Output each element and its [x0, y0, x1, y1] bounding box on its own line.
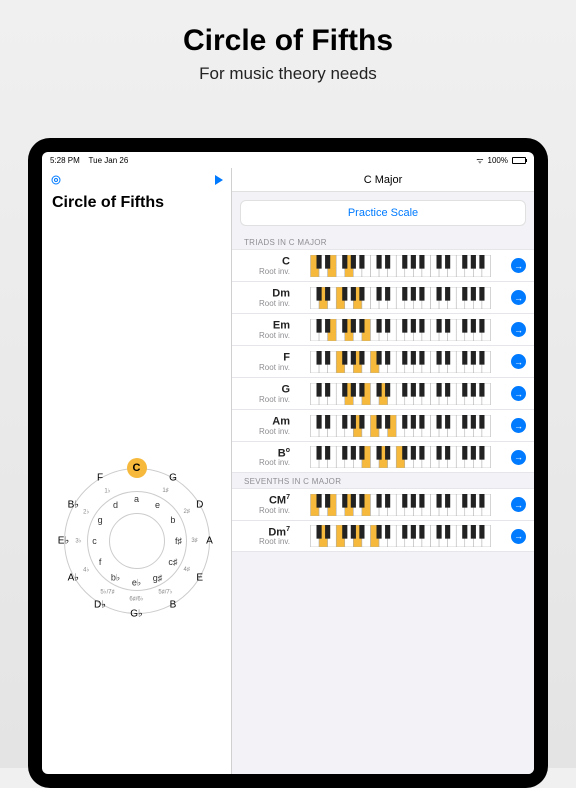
disclosure-arrow-icon[interactable]: →: [511, 386, 526, 401]
piano-keyboard: [296, 351, 505, 373]
chord-name: C: [242, 255, 290, 268]
chord-name: Em: [242, 319, 290, 332]
cof-major-key[interactable]: E♭: [58, 536, 69, 547]
cof-minor-key[interactable]: a: [134, 494, 139, 504]
cof-major-key[interactable]: D♭: [94, 599, 106, 610]
chord-row[interactable]: F Root inv. →: [232, 345, 534, 377]
detail-title: C Major: [232, 168, 534, 192]
chord-inversion: Root inv.: [242, 268, 290, 276]
cof-key-signature: 3♯: [191, 538, 197, 544]
circle-of-fifths[interactable]: Ca G1♯e D 2♯ b A 3♯ f♯ E 4♯ c♯ B 5♯/7♭ g♯ G♭ 6♯/6♭ e♭ D♭ 5…: [57, 461, 217, 621]
chord-inversion: Root inv.: [242, 300, 290, 308]
cof-major-key[interactable]: G: [169, 473, 177, 484]
cof-minor-key[interactable]: d: [113, 500, 118, 510]
chord-name: Dm: [242, 287, 290, 300]
disclosure-arrow-icon[interactable]: →: [511, 497, 526, 512]
chord-row[interactable]: Bo Root inv. →: [232, 441, 534, 473]
cof-minor-key[interactable]: c♯: [168, 557, 177, 567]
section-header-triads: TRIADS IN C MAJOR: [232, 234, 534, 249]
piano-keyboard: [296, 446, 505, 468]
battery-icon: [512, 157, 526, 164]
disclosure-arrow-icon[interactable]: →: [511, 258, 526, 273]
chord-inversion: Root inv.: [242, 396, 290, 404]
status-date: Tue Jan 26: [89, 156, 129, 165]
cof-major-key[interactable]: B♭: [68, 499, 79, 510]
cof-major-key[interactable]: B: [170, 599, 177, 610]
chord-row[interactable]: Am Root inv. →: [232, 409, 534, 441]
practice-scale-button[interactable]: Practice Scale: [240, 200, 526, 226]
disclosure-arrow-icon[interactable]: →: [511, 529, 526, 544]
piano-keyboard: [296, 494, 505, 516]
disclosure-arrow-icon[interactable]: →: [511, 290, 526, 305]
cof-key-signature: 2♯: [184, 509, 190, 515]
left-pane: Circle of Fifths Ca G1♯e D 2♯ b A 3♯ f♯ E 4♯ c♯ B 5♯…: [42, 168, 232, 774]
piano-keyboard: [296, 319, 505, 341]
chord-inversion: Root inv.: [242, 507, 290, 515]
chord-row[interactable]: C Root inv. →: [232, 249, 534, 281]
cof-key-signature: 2♭: [83, 509, 89, 516]
cof-key-signature: 5♯/7♭: [158, 588, 172, 595]
cof-minor-key[interactable]: g: [98, 515, 103, 525]
promo-title: Circle of Fifths: [0, 24, 576, 58]
chord-name: F: [242, 351, 290, 364]
screen: 5:28 PM Tue Jan 26 ᯤ 100% Circle of Fift…: [42, 152, 534, 774]
chord-row[interactable]: CM7 Root inv. →: [232, 488, 534, 520]
wifi-icon: ᯤ: [476, 155, 483, 166]
chord-inversion: Root inv.: [242, 538, 290, 546]
chord-inversion: Root inv.: [242, 459, 290, 467]
settings-icon[interactable]: [50, 174, 62, 186]
disclosure-arrow-icon[interactable]: →: [511, 450, 526, 465]
cof-major-key[interactable]: A♭: [68, 572, 79, 583]
cof-minor-key[interactable]: b♭: [111, 572, 120, 583]
piano-keyboard: [296, 525, 505, 547]
chord-row[interactable]: G Root inv. →: [232, 377, 534, 409]
chord-inversion: Root inv.: [242, 332, 290, 340]
promo-subtitle: For music theory needs: [0, 64, 576, 84]
cof-key-signature: 4♭: [83, 567, 89, 574]
cof-key-signature: 6♯/6♭: [129, 596, 143, 603]
cof-key-signature: 3♭: [75, 538, 81, 545]
piano-keyboard: [296, 287, 505, 309]
cof-key-signature: 1♭: [104, 488, 110, 495]
cof-key-signature: 1♯: [162, 488, 168, 494]
play-button[interactable]: [215, 175, 223, 185]
cof-major-key[interactable]: D: [196, 499, 203, 510]
disclosure-arrow-icon[interactable]: →: [511, 354, 526, 369]
right-pane: C Major Practice Scale TRIADS IN C MAJOR…: [232, 168, 534, 774]
status-time: 5:28 PM: [50, 156, 80, 165]
cof-minor-key[interactable]: e: [155, 500, 160, 510]
section-header-sevenths: SEVENTHS IN C MAJOR: [232, 473, 534, 488]
cof-minor-key[interactable]: g♯: [153, 573, 163, 583]
chord-name: G: [242, 383, 290, 396]
cof-key-signature: 5♭/7♯: [100, 588, 114, 595]
chord-name: CM7: [242, 494, 290, 507]
piano-keyboard: [296, 383, 505, 405]
chord-row[interactable]: Dm Root inv. →: [232, 281, 534, 313]
chord-inversion: Root inv.: [242, 364, 290, 372]
cof-major-key[interactable]: F: [97, 473, 103, 484]
chord-inversion: Root inv.: [242, 428, 290, 436]
cof-key-signature: 4♯: [184, 567, 190, 573]
pane-title: Circle of Fifths: [42, 192, 231, 220]
cof-minor-key[interactable]: f♯: [175, 536, 182, 546]
cof-major-key[interactable]: A: [206, 536, 213, 547]
disclosure-arrow-icon[interactable]: →: [511, 322, 526, 337]
chord-row[interactable]: Em Root inv. →: [232, 313, 534, 345]
disclosure-arrow-icon[interactable]: →: [511, 418, 526, 433]
piano-keyboard: [296, 255, 505, 277]
chord-name: Am: [242, 415, 290, 428]
tablet-frame: 5:28 PM Tue Jan 26 ᯤ 100% Circle of Fift…: [28, 138, 548, 788]
battery-percent: 100%: [488, 156, 508, 165]
cof-minor-key[interactable]: b: [170, 515, 175, 525]
cof-selected-key[interactable]: C: [127, 458, 147, 478]
cof-minor-key[interactable]: f: [99, 557, 102, 567]
status-bar: 5:28 PM Tue Jan 26 ᯤ 100%: [42, 152, 534, 168]
cof-minor-key[interactable]: c: [92, 536, 97, 546]
cof-major-key[interactable]: E: [196, 572, 203, 583]
cof-minor-key[interactable]: e♭: [132, 578, 141, 589]
cof-major-key[interactable]: G♭: [130, 609, 143, 620]
piano-keyboard: [296, 415, 505, 437]
chord-row[interactable]: Dm7 Root inv. →: [232, 520, 534, 552]
